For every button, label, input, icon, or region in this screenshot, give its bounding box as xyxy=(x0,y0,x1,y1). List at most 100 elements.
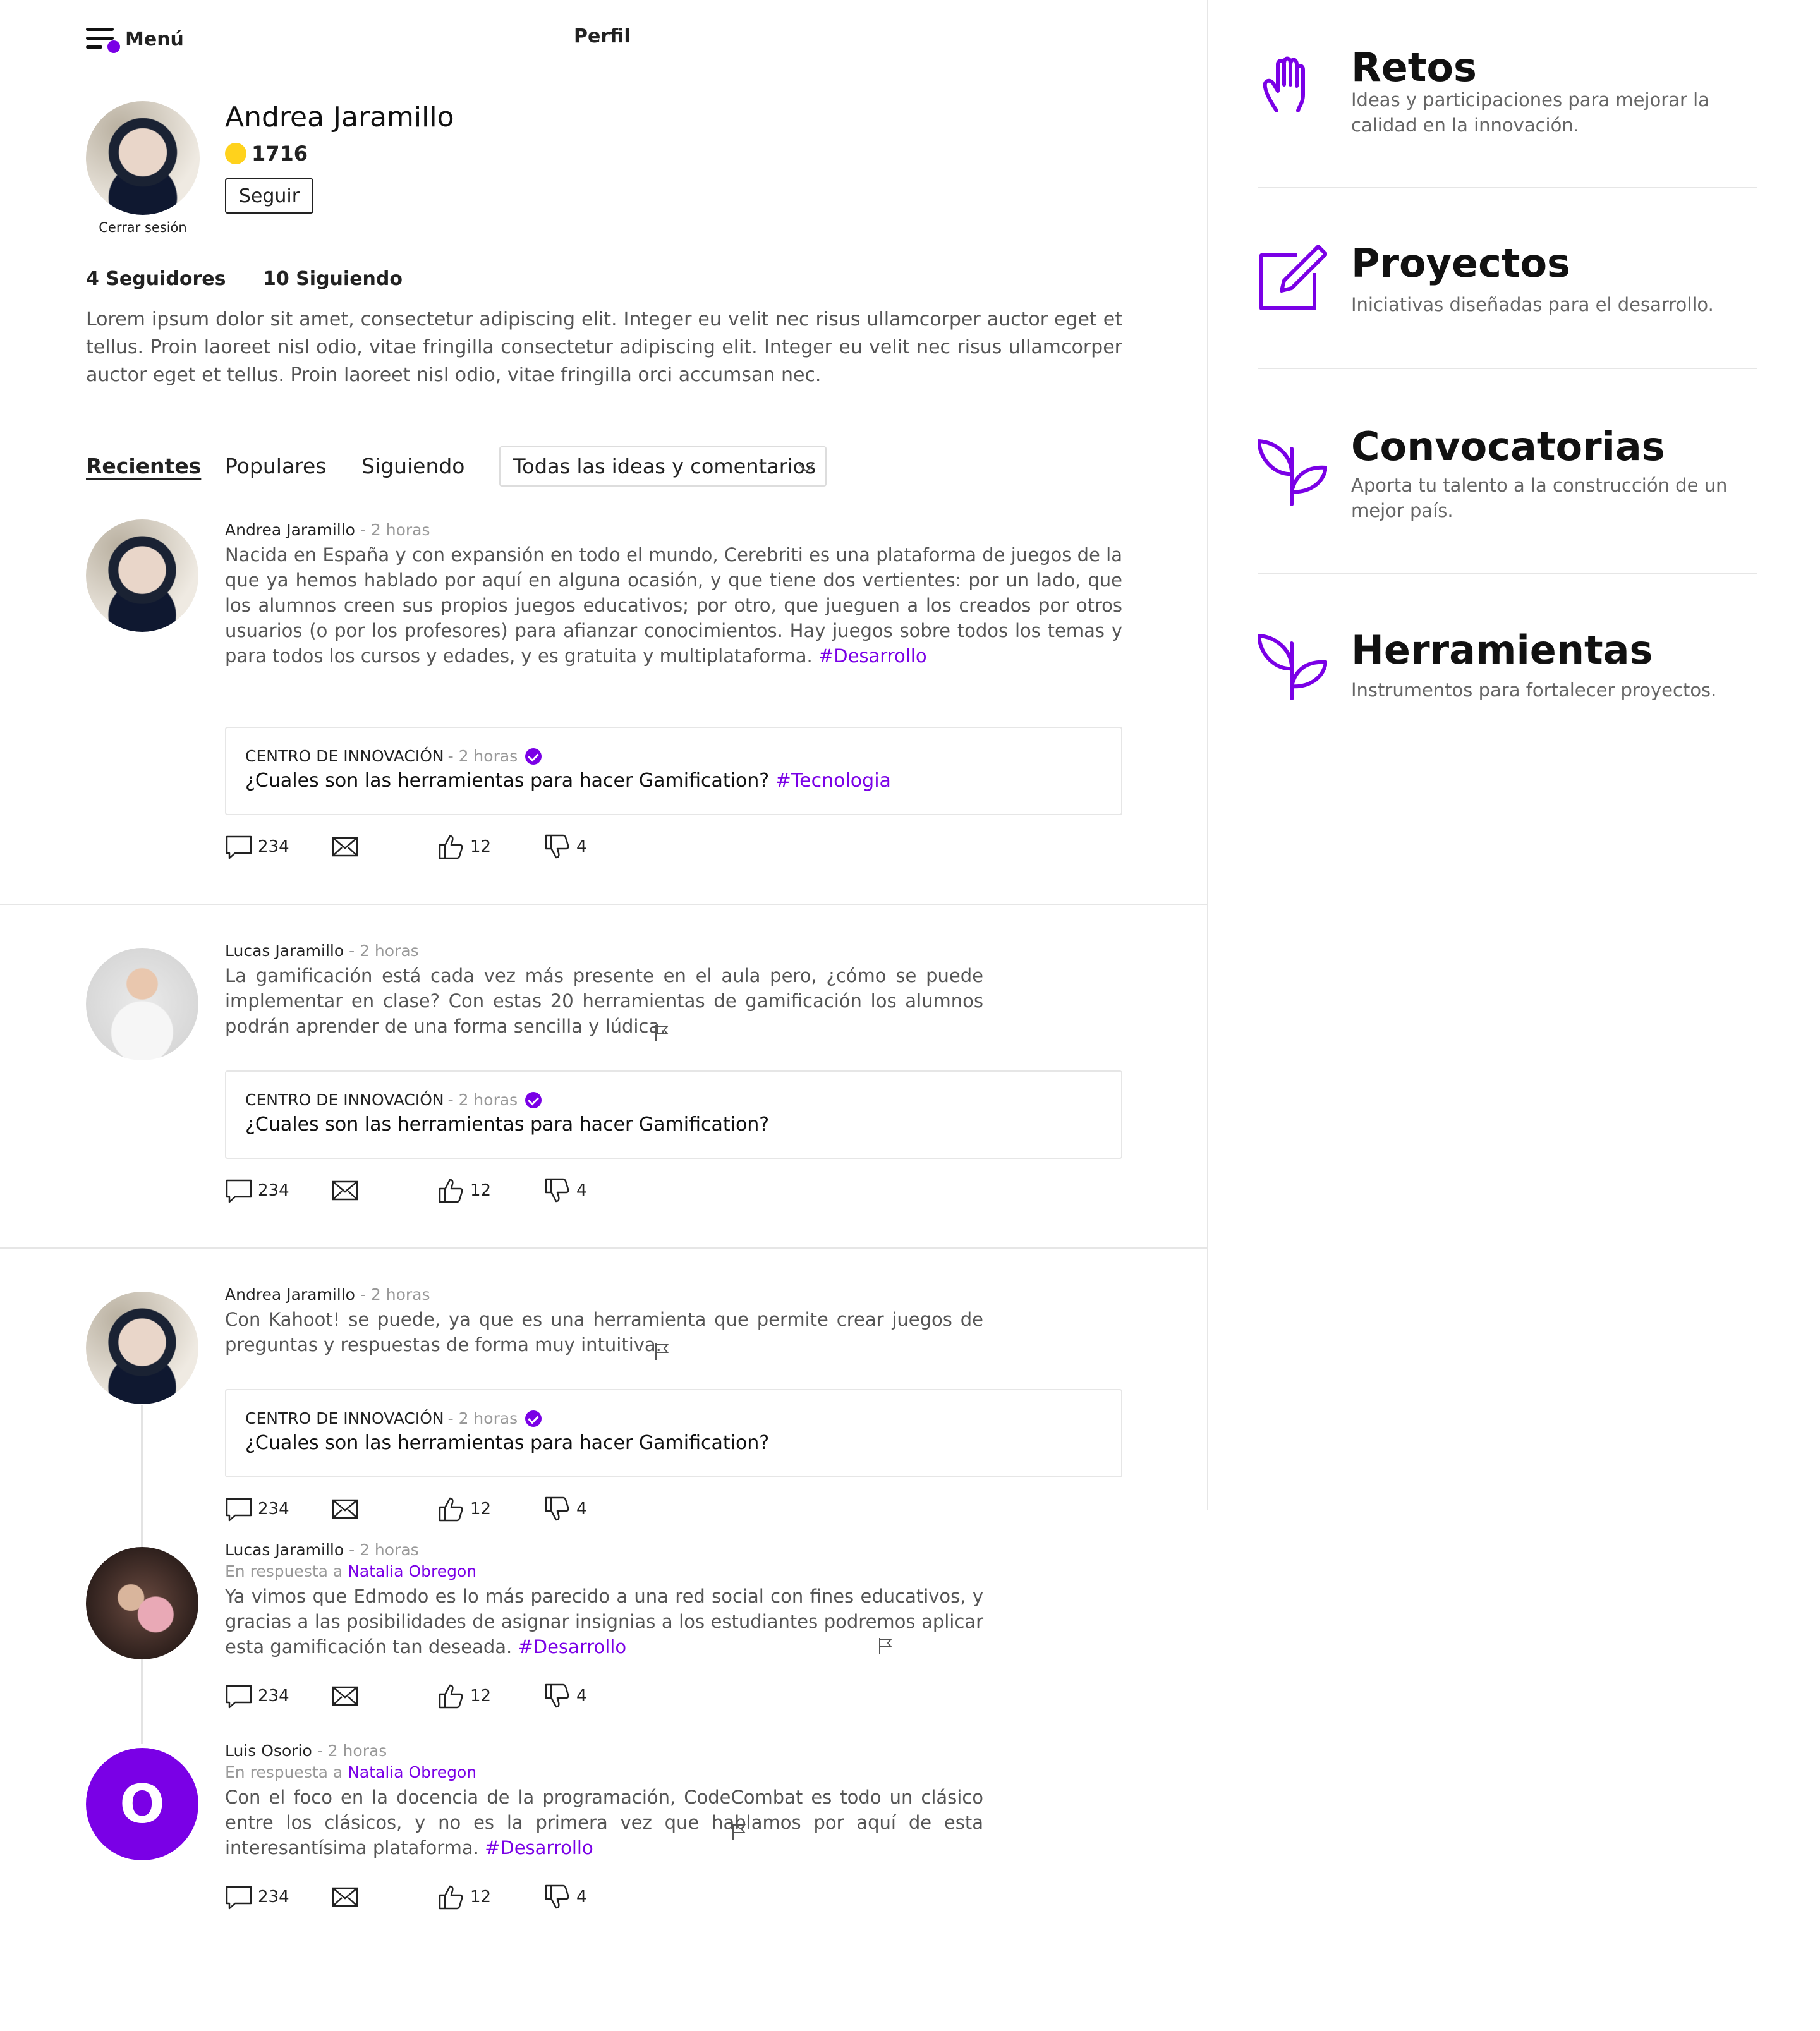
thumbs-up-icon xyxy=(439,835,463,859)
dislike-button[interactable]: 4 xyxy=(543,1495,587,1523)
following-count[interactable]: 10 Siguiendo xyxy=(263,268,403,290)
post-author[interactable]: Lucas Jaramillo xyxy=(225,942,344,960)
post-actions: 234 12 4 xyxy=(225,1883,604,1911)
profile-name: Andrea Jaramillo xyxy=(225,101,454,133)
post-actions: 234 12 4 xyxy=(225,1682,604,1710)
like-button[interactable]: 12 xyxy=(437,1177,491,1204)
flag-icon[interactable] xyxy=(653,1024,671,1043)
post-hashtag[interactable]: #Desarrollo xyxy=(818,645,927,667)
message-button[interactable] xyxy=(331,1682,359,1710)
follow-button[interactable]: Seguir xyxy=(225,178,313,214)
sidebar-desc: Instrumentos para fortalecer proyectos. xyxy=(1351,679,1717,701)
quote-time: - 2 horas xyxy=(447,747,518,765)
dislike-count: 4 xyxy=(576,1500,587,1519)
comment-button[interactable]: 234 xyxy=(225,1495,289,1523)
quoted-question[interactable]: CENTRO DE INNOVACIÓN - 2 horas ¿Cuales so… xyxy=(225,727,1122,815)
post-body: La gamificación está cada vez más presen… xyxy=(225,965,983,1037)
message-button[interactable] xyxy=(331,1177,359,1204)
dislike-button[interactable]: 4 xyxy=(543,1883,587,1911)
message-button[interactable] xyxy=(331,1883,359,1911)
reply-to-link[interactable]: Natalia Obregon xyxy=(348,1562,476,1580)
post-author[interactable]: Andrea Jaramillo xyxy=(225,521,355,539)
quoted-question[interactable]: CENTRO DE INNOVACIÓN - 2 horas ¿Cuales so… xyxy=(225,1389,1122,1477)
post-actions: 234 12 4 xyxy=(225,833,604,861)
post-text: Con Kahoot! se puede, ya que es una herr… xyxy=(225,1307,983,1357)
post-hashtag[interactable]: #Desarrollo xyxy=(485,1837,593,1858)
like-button[interactable]: 12 xyxy=(437,1495,491,1523)
coin-icon xyxy=(225,143,246,164)
post-text: Con el foco en la docencia de la program… xyxy=(225,1785,983,1860)
post-author[interactable]: Andrea Jaramillo xyxy=(225,1285,355,1304)
post-text: Ya vimos que Edmodo es lo más parecido a… xyxy=(225,1584,983,1659)
post-avatar[interactable] xyxy=(86,1547,198,1659)
comment-button[interactable]: 234 xyxy=(225,1682,289,1710)
post-avatar[interactable] xyxy=(86,948,198,1060)
thumbs-down-icon xyxy=(545,1496,569,1521)
comment-count: 234 xyxy=(258,1500,289,1519)
post-hashtag[interactable]: #Desarrollo xyxy=(518,1636,626,1658)
tab-siguiendo[interactable]: Siguiendo xyxy=(361,454,465,478)
filter-dropdown[interactable]: Todas las ideas y comentarios xyxy=(499,446,827,487)
like-count: 12 xyxy=(470,1687,492,1706)
like-button[interactable]: 12 xyxy=(437,1883,491,1911)
post-avatar[interactable]: O xyxy=(86,1748,198,1860)
logout-link[interactable]: Cerrar sesión xyxy=(86,220,200,235)
dislike-button[interactable]: 4 xyxy=(543,1682,587,1710)
sidebar-item-proyectos[interactable]: Proyectos Iniciativas diseñadas para el … xyxy=(1258,240,1757,330)
thumbs-down-icon xyxy=(545,1178,569,1203)
post-avatar[interactable] xyxy=(86,519,198,632)
mail-icon xyxy=(332,1887,358,1907)
comment-button[interactable]: 234 xyxy=(225,1177,289,1204)
post-author[interactable]: Lucas Jaramillo xyxy=(225,1541,344,1559)
thumbs-up-icon xyxy=(439,1684,463,1709)
post-text: Nacida en España y con expansión en todo… xyxy=(225,542,1122,669)
reply-info: En respuesta a Natalia Obregon xyxy=(225,1763,476,1781)
like-button[interactable]: 12 xyxy=(437,833,491,861)
flag-icon[interactable] xyxy=(653,1342,671,1361)
post-body: Nacida en España y con expansión en todo… xyxy=(225,544,1122,667)
quote-org: CENTRO DE INNOVACIÓN xyxy=(245,747,444,765)
points-value: 1716 xyxy=(252,142,308,166)
post-text: La gamificación está cada vez más presen… xyxy=(225,963,983,1039)
profile-avatar xyxy=(86,101,200,215)
menu-icon xyxy=(86,25,121,53)
comment-count: 234 xyxy=(258,1888,289,1907)
comment-icon xyxy=(226,1685,252,1709)
sidebar-divider xyxy=(1258,573,1757,574)
followers-count[interactable]: 4 Seguidores xyxy=(86,268,226,290)
hand-icon xyxy=(1263,56,1305,112)
comment-button[interactable]: 234 xyxy=(225,833,289,861)
sidebar-divider xyxy=(1258,187,1757,188)
profile-bio: Lorem ipsum dolor sit amet, consectetur … xyxy=(86,308,1122,386)
column-separator xyxy=(1207,0,1208,1510)
post-actions: 234 12 4 xyxy=(225,1495,604,1523)
reply-to-link[interactable]: Natalia Obregon xyxy=(348,1763,476,1781)
like-count: 12 xyxy=(470,837,492,856)
quote-hashtag[interactable]: #Tecnologia xyxy=(775,770,891,792)
dislike-button[interactable]: 4 xyxy=(543,833,587,861)
menu-button[interactable]: Menú xyxy=(86,25,184,53)
sidebar-item-herramientas[interactable]: Herramientas Instrumentos para fortalece… xyxy=(1258,627,1757,709)
flag-icon[interactable] xyxy=(731,1822,748,1841)
message-button[interactable] xyxy=(331,1495,359,1523)
quoted-question[interactable]: CENTRO DE INNOVACIÓN - 2 horas ¿Cuales so… xyxy=(225,1070,1122,1159)
dislike-button[interactable]: 4 xyxy=(543,1177,587,1204)
page-title: Perfil xyxy=(574,25,631,47)
dislike-count: 4 xyxy=(576,1181,587,1200)
sidebar-item-convocatorias[interactable]: Convocatorias Aporta tu talento a la con… xyxy=(1258,423,1757,531)
comment-button[interactable]: 234 xyxy=(225,1883,289,1911)
sidebar-divider xyxy=(1258,368,1757,369)
tab-populares[interactable]: Populares xyxy=(225,454,327,478)
post-meta: Lucas Jaramillo - 2 horas xyxy=(225,942,419,960)
message-button[interactable] xyxy=(331,833,359,861)
thumbs-up-icon xyxy=(439,1497,463,1522)
sidebar-item-retos[interactable]: Retos Ideas y participaciones para mejor… xyxy=(1258,44,1757,152)
post-author[interactable]: Luis Osorio xyxy=(225,1742,312,1760)
flag-icon[interactable] xyxy=(877,1637,895,1656)
thumbs-up-icon xyxy=(439,1179,463,1203)
like-button[interactable]: 12 xyxy=(437,1682,491,1710)
comment-icon xyxy=(226,1179,252,1203)
sprout-icon xyxy=(1258,634,1327,700)
tab-recientes[interactable]: Recientes xyxy=(86,454,201,478)
post-avatar[interactable] xyxy=(86,1292,198,1404)
